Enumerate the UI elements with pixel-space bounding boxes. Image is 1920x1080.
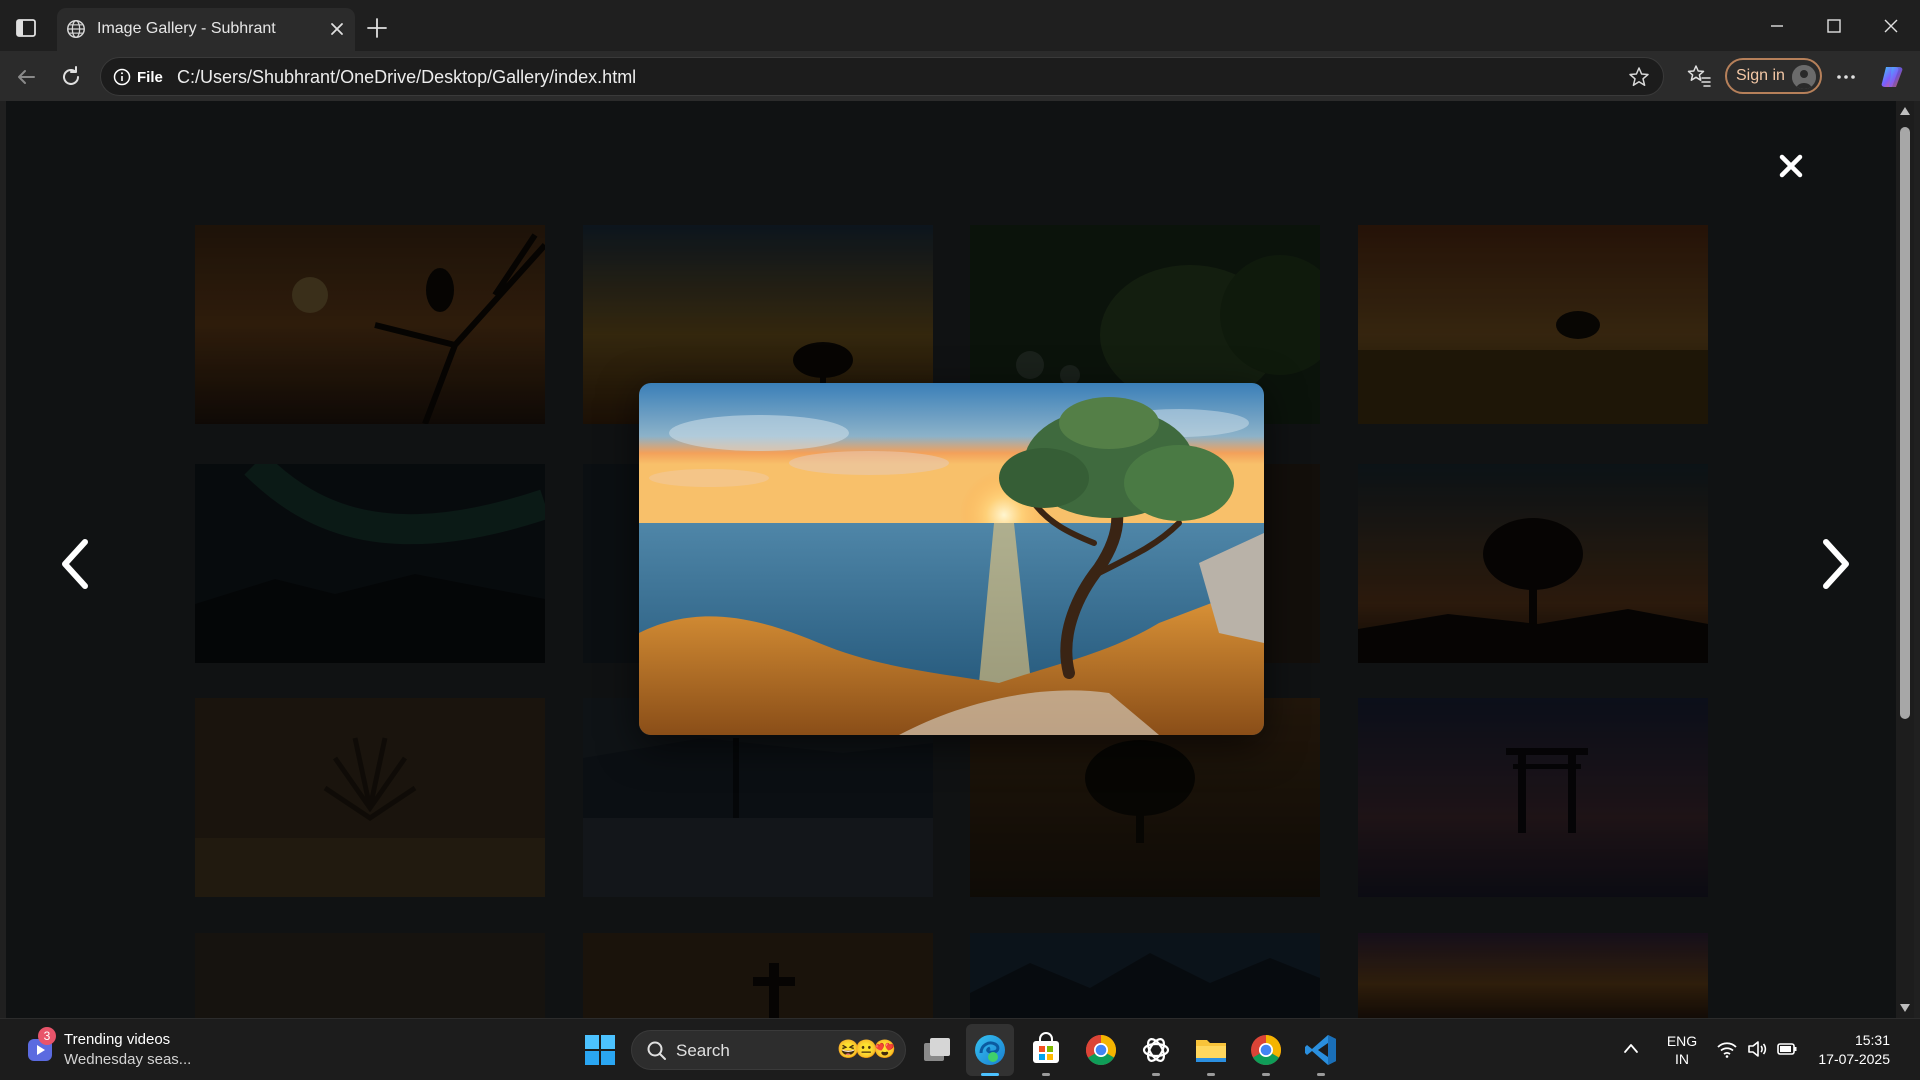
running-indicator bbox=[1042, 1073, 1050, 1076]
favorites-icon[interactable] bbox=[1686, 63, 1712, 89]
running-indicator bbox=[1152, 1073, 1160, 1076]
wifi-icon[interactable] bbox=[1716, 1039, 1738, 1059]
volume-icon[interactable] bbox=[1746, 1039, 1768, 1059]
vertical-scrollbar[interactable] bbox=[1896, 101, 1914, 1018]
region-code: IN bbox=[1675, 1051, 1689, 1067]
chrome-icon[interactable] bbox=[1082, 1031, 1120, 1069]
close-tab-icon[interactable] bbox=[327, 19, 347, 39]
emoji-decoration: 😆😐😍 bbox=[837, 1039, 896, 1059]
chevron-up-icon[interactable] bbox=[1622, 1041, 1640, 1055]
lightbox-image bbox=[639, 383, 1264, 735]
windows-start-icon[interactable] bbox=[581, 1031, 619, 1069]
avatar bbox=[1792, 65, 1816, 89]
minimize-icon[interactable] bbox=[1760, 11, 1794, 41]
chrome-profile-icon[interactable] bbox=[1247, 1031, 1285, 1069]
running-indicator bbox=[1207, 1073, 1215, 1076]
site-info-chip[interactable]: File bbox=[109, 65, 171, 89]
clock-date: 17-07-2025 bbox=[1818, 1051, 1890, 1067]
tab-title: Image Gallery - Subhrant bbox=[97, 20, 276, 37]
scroll-up-icon[interactable] bbox=[1900, 107, 1910, 115]
browser-title-bar: Image Gallery - Subhrant bbox=[0, 0, 1920, 51]
new-tab-icon[interactable] bbox=[364, 15, 390, 41]
favorite-star-icon[interactable] bbox=[1627, 65, 1651, 89]
browser-tab[interactable]: Image Gallery - Subhrant bbox=[57, 8, 355, 51]
window-close-icon[interactable] bbox=[1874, 11, 1908, 41]
file-explorer-icon[interactable] bbox=[1192, 1031, 1230, 1069]
running-indicator bbox=[1262, 1073, 1270, 1076]
running-indicator bbox=[981, 1073, 999, 1076]
running-indicator bbox=[1317, 1073, 1325, 1076]
clock-time: 15:31 bbox=[1854, 1032, 1890, 1048]
system-clock[interactable]: 15:31 17-07-2025 bbox=[1806, 1031, 1890, 1069]
vscode-icon[interactable] bbox=[1302, 1031, 1340, 1069]
scrollbar-thumb[interactable] bbox=[1900, 127, 1910, 719]
chevron-right-icon[interactable] bbox=[1814, 534, 1856, 594]
refresh-icon[interactable] bbox=[57, 63, 85, 91]
battery-icon[interactable] bbox=[1776, 1039, 1798, 1059]
sign-in-button[interactable]: Sign in bbox=[1725, 58, 1822, 94]
search-label: Search bbox=[676, 1041, 730, 1060]
info-icon bbox=[113, 68, 131, 86]
chevron-left-icon[interactable] bbox=[55, 534, 97, 594]
more-options-icon[interactable] bbox=[1832, 65, 1860, 89]
globe-icon bbox=[67, 20, 85, 38]
windows-taskbar: 3 Trending videos Wednesday seas... Sear… bbox=[0, 1018, 1920, 1080]
search-icon bbox=[647, 1041, 666, 1060]
url-text[interactable]: C:/Users/Shubhrant/OneDrive/Desktop/Gall… bbox=[177, 67, 636, 88]
microsoft-store-icon[interactable] bbox=[1027, 1031, 1065, 1069]
edge-icon[interactable] bbox=[971, 1031, 1009, 1069]
browser-toolbar: File C:/Users/Shubhrant/OneDrive/Desktop… bbox=[0, 51, 1920, 101]
gallery-page bbox=[6, 101, 1896, 1018]
chatgpt-icon[interactable] bbox=[1137, 1031, 1175, 1069]
address-bar[interactable]: File C:/Users/Shubhrant/OneDrive/Desktop… bbox=[100, 57, 1664, 96]
language-code: ENG bbox=[1666, 1033, 1698, 1049]
widget-subtitle[interactable]: Wednesday seas... bbox=[64, 1051, 191, 1068]
taskbar-search[interactable]: Search 😆😐😍 bbox=[631, 1030, 906, 1070]
file-label: File bbox=[137, 68, 163, 86]
scroll-down-icon[interactable] bbox=[1900, 1004, 1910, 1012]
close-icon[interactable] bbox=[1776, 151, 1806, 181]
language-indicator[interactable]: ENG IN bbox=[1666, 1032, 1698, 1068]
notification-badge: 3 bbox=[38, 1027, 56, 1045]
task-view-icon[interactable] bbox=[918, 1031, 956, 1069]
sign-in-label: Sign in bbox=[1736, 67, 1785, 84]
maximize-icon[interactable] bbox=[1817, 11, 1851, 41]
back-arrow-icon[interactable] bbox=[12, 63, 40, 91]
widget-title[interactable]: Trending videos bbox=[64, 1031, 170, 1048]
sidebar-toggle-icon[interactable] bbox=[14, 16, 38, 40]
copilot-icon[interactable] bbox=[1877, 62, 1907, 92]
